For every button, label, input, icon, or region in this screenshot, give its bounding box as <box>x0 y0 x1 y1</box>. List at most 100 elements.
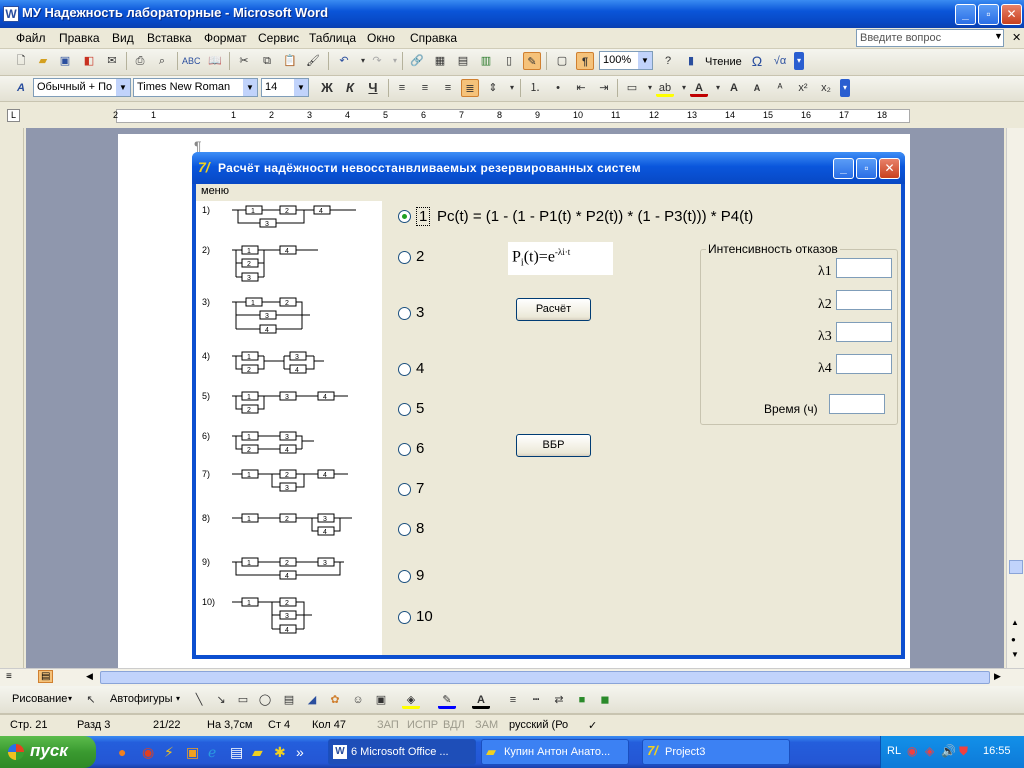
rectangle-icon[interactable]: ▭ <box>234 691 252 709</box>
help-icon[interactable]: ? <box>659 52 677 70</box>
borders-icon[interactable]: ▭ <box>623 79 641 97</box>
paste-icon[interactable]: 📋 <box>281 52 299 70</box>
line-spacing-dropdown-icon[interactable]: ▾ <box>503 79 521 97</box>
option-9-radio[interactable] <box>398 570 411 583</box>
redo-icon[interactable]: ↷ <box>368 52 386 70</box>
increase-indent-icon[interactable]: ⇥ <box>595 79 613 97</box>
font-combo[interactable]: Times New Roman ▼ <box>133 78 258 97</box>
read-icon[interactable]: ▮ <box>682 52 700 70</box>
scroll-left-icon[interactable]: ◀ <box>86 671 93 682</box>
antivirus-tray-icon[interactable]: ◈ <box>925 744 934 758</box>
line-icon[interactable]: ╲ <box>190 691 208 709</box>
cut-icon[interactable]: ✂ <box>235 52 253 70</box>
style-combo[interactable]: Обычный + По ц ▼ <box>33 78 131 97</box>
font-color-icon[interactable]: A <box>690 79 708 97</box>
status-ovr[interactable]: ЗАМ <box>475 719 498 731</box>
status-trk[interactable]: ИСПР <box>407 719 438 731</box>
format-painter-icon[interactable]: 🖌 <box>304 52 322 70</box>
option-9-label[interactable]: 9 <box>416 567 424 584</box>
zoom-combo[interactable]: 100% ▼ <box>599 51 653 70</box>
lambda3-input[interactable] <box>836 322 892 342</box>
menu-insert[interactable]: Вставка <box>147 31 192 45</box>
toolbar-options2-icon[interactable]: ▾ <box>840 79 850 97</box>
print-icon[interactable]: ⎙ <box>131 52 149 70</box>
shrink-font-icon[interactable]: A <box>748 79 766 97</box>
option-7-label[interactable]: 7 <box>416 480 424 497</box>
highlight-icon[interactable]: ab <box>656 79 674 97</box>
option-10-label[interactable]: 10 <box>416 608 433 625</box>
delphi-icon[interactable]: ✱ <box>274 744 286 761</box>
shadow-icon[interactable]: ■ <box>573 691 591 709</box>
autoshapes-menu[interactable]: Автофигуры <box>110 693 173 705</box>
firefox-icon[interactable]: ● <box>118 744 126 760</box>
vertical-scrollbar[interactable]: ▲ ● ▼ <box>1006 128 1024 668</box>
picture-icon[interactable]: ▣ <box>372 691 390 709</box>
italic-icon[interactable]: К <box>341 79 359 97</box>
select-objects-icon[interactable]: ↖ <box>82 691 100 709</box>
opera-icon[interactable]: ◉ <box>142 744 154 761</box>
draw-menu[interactable]: Рисование <box>12 693 67 705</box>
option-5-label[interactable]: 5 <box>416 400 424 417</box>
open-icon[interactable]: ▰ <box>34 52 52 70</box>
horizontal-scrollbar[interactable]: ≡ ▤ ◀ ▶ <box>0 668 1024 686</box>
option-2-label[interactable]: 2 <box>416 248 424 265</box>
task-folder[interactable]: Купин Антон Анато... <box>481 739 629 765</box>
print-layout-icon[interactable]: ▤ <box>38 670 54 683</box>
lambda1-input[interactable] <box>836 258 892 278</box>
save-icon[interactable]: ▣ <box>56 52 74 70</box>
option-7-radio[interactable] <box>398 483 411 496</box>
desktop-icon[interactable]: ▤ <box>230 744 243 761</box>
columns-icon[interactable]: ▯ <box>500 52 518 70</box>
maximize-button[interactable]: ▫ <box>978 4 999 25</box>
bold-icon[interactable]: Ж <box>318 79 336 97</box>
dialog-maximize-button[interactable]: ▫ <box>856 158 877 179</box>
scroll-right-icon[interactable]: ▶ <box>994 671 1001 682</box>
option-4-label[interactable]: 4 <box>416 360 424 377</box>
option-4-radio[interactable] <box>398 363 411 376</box>
styles-pane-icon[interactable]: A <box>12 79 30 97</box>
spelling-icon[interactable]: ABC <box>182 52 201 70</box>
vbr-button[interactable]: ВБР <box>516 434 591 457</box>
toolbar-options-icon[interactable]: ▾ <box>794 52 804 70</box>
dialog-close-button[interactable]: ✕ <box>879 158 900 179</box>
menu-table[interactable]: Таблица <box>309 31 356 45</box>
option-6-radio[interactable] <box>398 443 411 456</box>
option-3-radio[interactable] <box>398 307 411 320</box>
menu-edit[interactable]: Правка <box>59 31 100 45</box>
research-icon[interactable]: 📖 <box>206 52 224 70</box>
option-8-label[interactable]: 8 <box>416 520 424 537</box>
undo-icon[interactable]: ↶ <box>335 52 353 70</box>
copy-icon[interactable]: ⧉ <box>258 52 276 70</box>
quicklaunch-more-icon[interactable]: » <box>296 744 304 760</box>
scroll-thumb[interactable] <box>1009 560 1023 574</box>
option-8-radio[interactable] <box>398 523 411 536</box>
omega-icon[interactable]: Ω <box>748 52 766 70</box>
dialog-menu[interactable]: меню <box>196 184 901 200</box>
lambda4-input[interactable] <box>836 354 892 374</box>
menu-help[interactable]: Справка <box>410 31 457 45</box>
task-word[interactable]: 6 Microsoft Office ... <box>328 739 476 765</box>
bullets-icon[interactable]: • <box>549 79 567 97</box>
close-doc-icon[interactable]: ✕ <box>1012 31 1021 44</box>
minimize-button[interactable]: _ <box>955 4 976 25</box>
ruler-scale[interactable]: 2 1 1 2 3 4 5 6 7 8 9 10 11 12 13 14 15 16 17 18 <box>113 109 910 123</box>
read-label[interactable]: Чтение <box>705 56 742 68</box>
underline-icon[interactable]: Ч <box>364 79 382 97</box>
volume-tray-icon[interactable]: 🔊 <box>941 744 956 758</box>
close-button[interactable]: ✕ <box>1001 4 1022 25</box>
option-2-radio[interactable] <box>398 251 411 264</box>
dash-style-icon[interactable]: ┅ <box>527 691 545 709</box>
tab-selector[interactable]: L <box>7 109 20 122</box>
drawing-icon[interactable]: ✎ <box>523 52 541 70</box>
option-1-label[interactable]: 1 <box>416 207 431 226</box>
ask-question-input[interactable]: Введите вопрос <box>856 29 1004 47</box>
menu-format[interactable]: Формат <box>204 31 247 45</box>
menu-view[interactable]: Вид <box>112 31 134 45</box>
align-left-icon[interactable]: ≡ <box>393 79 411 97</box>
status-rec[interactable]: ЗАП <box>377 719 399 731</box>
hyperlink-icon[interactable]: 🔗 <box>408 52 426 70</box>
print-preview-icon[interactable]: ⌕ <box>153 52 171 70</box>
prev-page-icon[interactable]: ▲ <box>1011 618 1019 627</box>
h-scroll-thumb[interactable] <box>100 671 990 684</box>
superscript-icon[interactable]: x² <box>794 79 812 97</box>
